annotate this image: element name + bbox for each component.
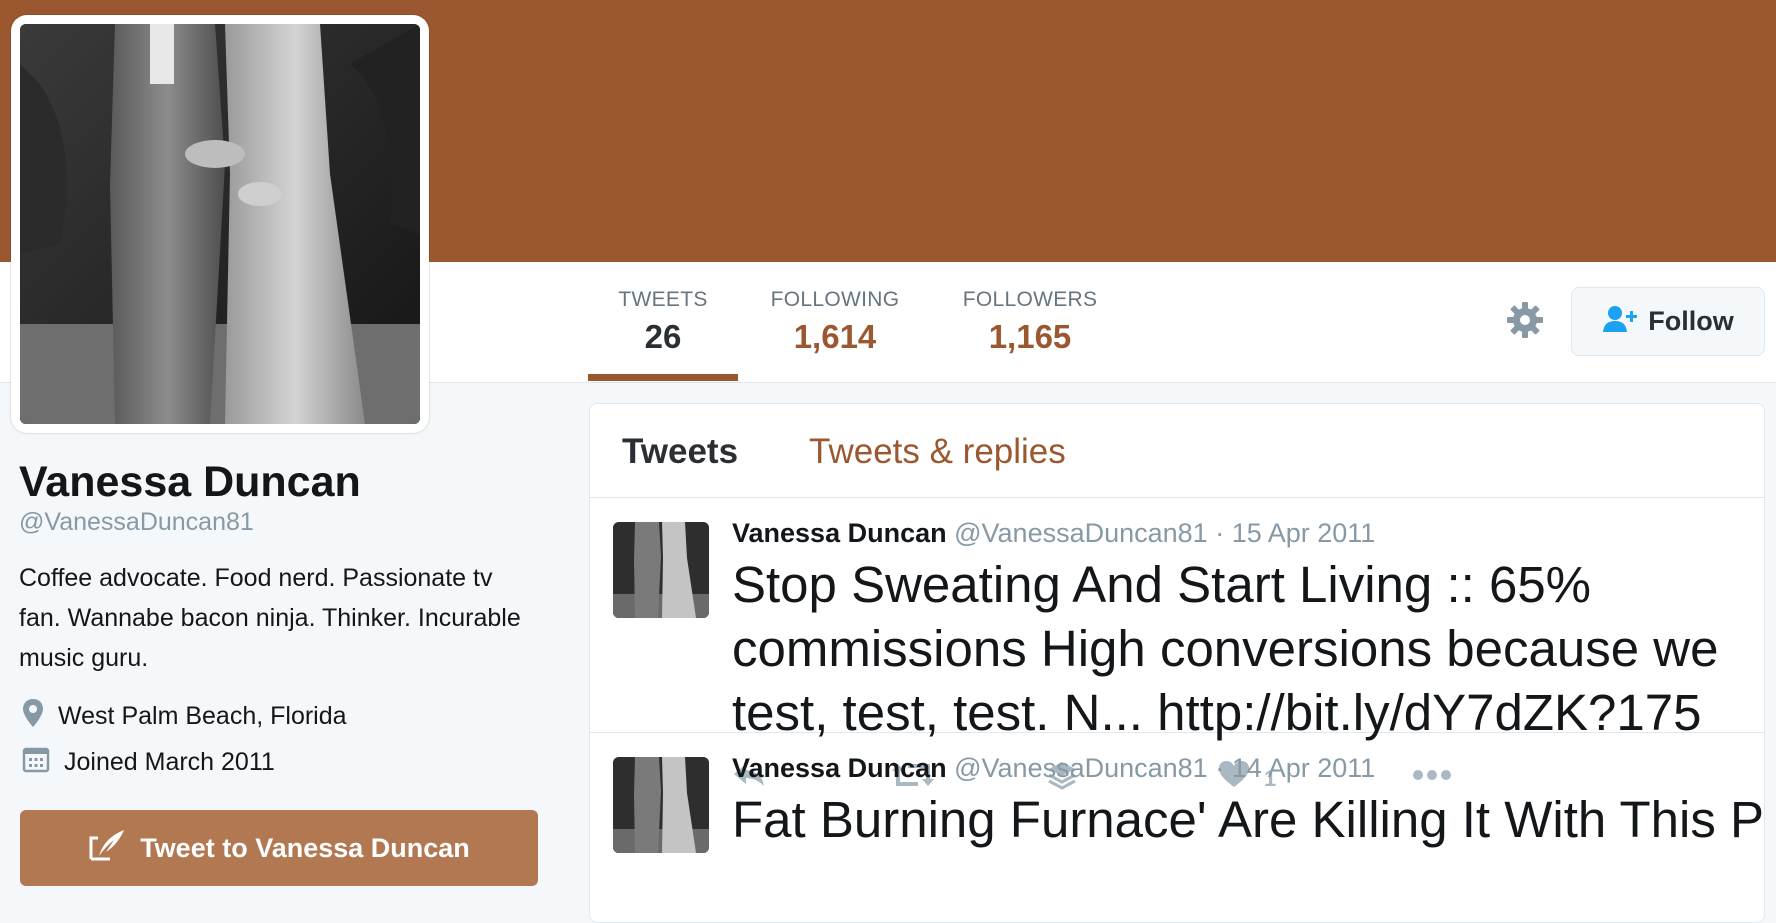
profile-location: West Palm Beach, Florida: [22, 698, 347, 735]
calendar-icon: [22, 745, 50, 780]
stat-following[interactable]: FOLLOWING 1,614: [760, 288, 910, 356]
tweet-text: Fat Burning Furnace' Are Killing It With…: [732, 791, 1765, 848]
stat-followers-value: 1,165: [988, 318, 1072, 355]
stat-followers-label: FOLLOWERS: [962, 288, 1098, 311]
tweet-avatar[interactable]: [613, 757, 709, 853]
vintage-photo-image: [20, 24, 420, 424]
active-stat-indicator: [588, 374, 738, 381]
tweet-header: Vanessa Duncan @VanessaDuncan81 · 15 Apr…: [732, 518, 1375, 549]
tweet-item[interactable]: Vanessa Duncan @VanessaDuncan81 · 14 Apr…: [590, 733, 1765, 922]
stat-followers[interactable]: FOLLOWERS 1,165: [950, 288, 1110, 356]
tweet-header: Vanessa Duncan @VanessaDuncan81 · 14 Apr…: [732, 753, 1375, 784]
profile-handle[interactable]: @VanessaDuncan81: [19, 508, 254, 537]
tweet-author-name[interactable]: Vanessa Duncan: [732, 518, 947, 548]
tab-tweets-replies[interactable]: Tweets & replies: [809, 432, 1066, 472]
tweet-meta[interactable]: @VanessaDuncan81 · 15 Apr 2011: [954, 518, 1375, 548]
tweet-to-button-label: Tweet to Vanessa Duncan: [140, 832, 470, 863]
gear-icon[interactable]: [1505, 300, 1545, 340]
tweet-avatar[interactable]: [613, 522, 709, 618]
tweet-text: Stop Sweating And Start Living :: 65% co…: [732, 556, 1719, 741]
location-text: West Palm Beach, Florida: [58, 702, 347, 730]
tweet-to-button[interactable]: Tweet to Vanessa Duncan: [20, 810, 538, 886]
profile-joined: Joined March 2011: [22, 745, 275, 780]
follow-button[interactable]: Follow: [1571, 287, 1765, 356]
tweet-author-name[interactable]: Vanessa Duncan: [732, 753, 947, 783]
joined-text: Joined March 2011: [64, 748, 275, 776]
tweet-item[interactable]: Vanessa Duncan @VanessaDuncan81 · 15 Apr…: [590, 498, 1764, 791]
profile-avatar[interactable]: [11, 15, 429, 433]
location-pin-icon: [22, 698, 44, 735]
profile-name: Vanessa Duncan: [19, 458, 361, 506]
avatar-photo: [20, 24, 420, 424]
quill-icon: [88, 826, 128, 871]
follow-button-label: Follow: [1648, 306, 1734, 336]
stat-following-value: 1,614: [793, 318, 877, 355]
stat-following-label: FOLLOWING: [770, 288, 900, 311]
tab-tweets[interactable]: Tweets: [622, 432, 738, 472]
tweet-meta[interactable]: @VanessaDuncan81 · 14 Apr 2011: [954, 753, 1375, 783]
stat-tweets-label: TWEETS: [618, 288, 708, 311]
stat-tweets[interactable]: TWEETS 26: [588, 288, 738, 356]
add-user-icon: [1602, 305, 1638, 338]
stat-tweets-value: 26: [644, 318, 682, 355]
timeline-tabs: Tweets Tweets & replies: [590, 404, 1764, 498]
profile-bio: Coffee advocate. Food nerd. Passionate t…: [19, 564, 521, 672]
timeline-panel: Tweets Tweets & replies Vanessa Duncan @…: [589, 403, 1765, 923]
